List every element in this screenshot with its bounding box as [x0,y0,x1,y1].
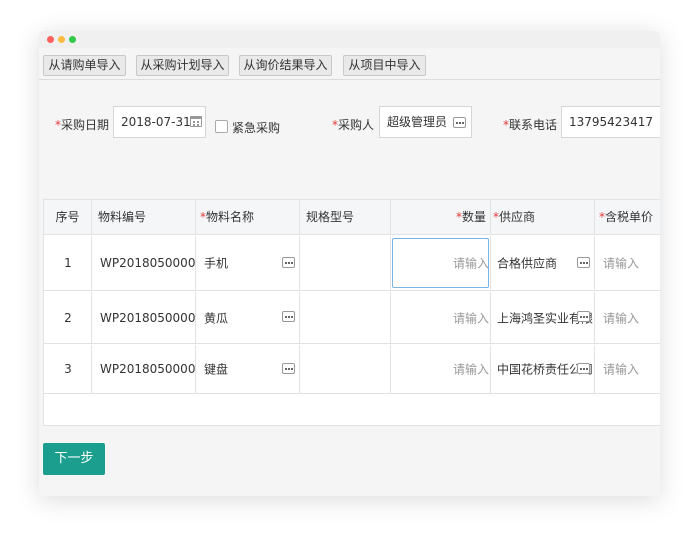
material-code: WP201805000004 [92,292,196,343]
table-header: 序号 物料编号 *物料名称 规格型号 *数量 *供应商 *含税单价 [44,200,660,235]
more-icon[interactable] [282,311,295,322]
quantity-input[interactable]: 请输入 [391,292,491,343]
buyer-label: *采购人 [332,118,375,132]
material-name-cell[interactable]: 键盘 [196,345,300,393]
unit-price-input[interactable]: 请输入 [595,236,660,290]
quantity-input[interactable]: 请输入 [391,345,491,393]
import-from-purchase-plan-button[interactable]: 从采购计划导入 [136,55,229,76]
order-header-form: *采购日期 2018-07-31 紧急采购 *采购人 超级管理员 *联系电话 1… [39,106,660,140]
quantity-input[interactable]: 请输入 [391,236,491,290]
close-dot[interactable] [47,36,54,43]
import-from-inquiry-result-button[interactable]: 从询价结果导入 [239,55,332,76]
table-row: 3 WP201805000003 键盘 请输入 中国花桥责任公司 请输入 [44,345,660,394]
table-row: 1 WP201805000005 手机 请输入 合格供应商 请输入 [44,236,660,291]
material-code: WP201805000003 [92,345,196,393]
more-icon[interactable] [453,117,466,128]
row-index: 1 [44,236,92,290]
app-window: 从请购单导入 从采购计划导入 从询价结果导入 从项目中导入 *采购日期 2018… [39,31,660,496]
urgent-purchase-checkbox[interactable] [215,120,228,133]
material-code: WP201805000005 [92,236,196,290]
row-index: 3 [44,345,92,393]
import-from-requisition-button[interactable]: 从请购单导入 [43,55,126,76]
more-icon[interactable] [282,363,295,374]
supplier-cell[interactable]: 中国花桥责任公司 [491,345,595,393]
material-name-cell[interactable]: 手机 [196,236,300,290]
more-icon[interactable] [577,363,590,374]
more-icon[interactable] [577,257,590,268]
import-toolbar: 从请购单导入 从采购计划导入 从询价结果导入 从项目中导入 [39,48,660,80]
unit-price-input[interactable]: 请输入 [595,345,660,393]
urgent-purchase-label: 紧急采购 [232,121,281,135]
row-index: 2 [44,292,92,343]
more-icon[interactable] [282,257,295,268]
column-header-code: 物料编号 [92,200,196,235]
column-header-supplier: *供应商 [491,200,595,235]
column-header-quantity: *数量 [391,200,491,235]
purchase-date-label: *采购日期 [55,118,110,132]
column-header-unit-price: *含税单价 [599,210,654,224]
buyer-input[interactable]: 超级管理员 [379,106,472,138]
column-header-spec: 规格型号 [300,200,391,235]
more-icon[interactable] [577,311,590,322]
phone-label: *联系电话 [503,118,558,132]
phone-input[interactable]: 13795423417 [561,106,660,138]
material-table: 序号 物料编号 *物料名称 规格型号 *数量 *供应商 *含税单价 1 WP20… [43,199,660,426]
title-bar [39,31,660,48]
supplier-cell[interactable]: 上海鸿圣实业有限 [491,292,595,343]
purchase-date-input[interactable]: 2018-07-31 [113,106,206,138]
minimize-dot[interactable] [58,36,65,43]
spec-cell[interactable] [300,292,391,343]
supplier-cell[interactable]: 合格供应商 [491,236,595,290]
column-header-index: 序号 [44,200,92,235]
table-row: 2 WP201805000004 黄瓜 请输入 上海鸿圣实业有限 请输入 [44,292,660,344]
spec-cell[interactable] [300,236,391,290]
column-header-name: *物料名称 [196,200,300,235]
calendar-icon[interactable] [190,116,202,127]
maximize-dot[interactable] [69,36,76,43]
material-name-cell[interactable]: 黄瓜 [196,292,300,343]
next-step-button[interactable]: 下一步 [43,443,105,475]
unit-price-input[interactable]: 请输入 [595,292,660,343]
import-from-project-button[interactable]: 从项目中导入 [343,55,426,76]
spec-cell[interactable] [300,345,391,393]
